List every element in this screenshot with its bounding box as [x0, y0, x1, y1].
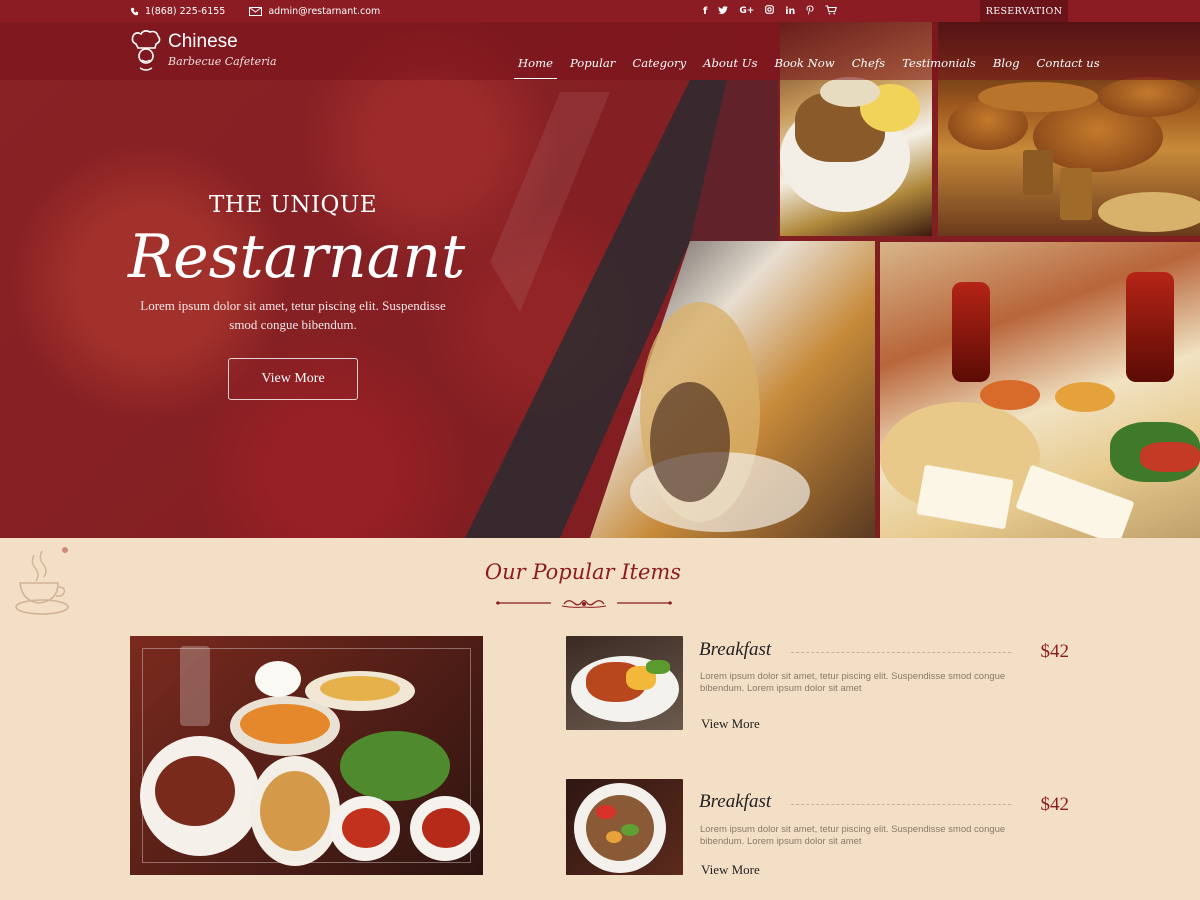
pinterest-icon[interactable]	[806, 5, 814, 18]
section-title: Our Popular Items	[484, 560, 682, 584]
hero-title: Restarnant	[128, 222, 466, 292]
hero-view-more-button[interactable]: View More	[228, 358, 358, 400]
top-bar: 1(868) 225-6155 admin@restarnant.com f G…	[0, 0, 1200, 22]
featured-food-image	[130, 636, 483, 875]
nav-chefs[interactable]: Chefs	[848, 52, 889, 79]
nav-blog[interactable]: Blog	[989, 52, 1024, 79]
hero-description: Lorem ipsum dolor sit amet, tetur piscin…	[140, 298, 446, 332]
phone-icon	[130, 7, 139, 15]
google-plus-icon[interactable]: G+	[739, 6, 754, 16]
menu-item: Breakfast $42 Lorem ipsum dolor sit amet…	[566, 779, 1069, 879]
main-nav: Home Popular Category About Us Book Now …	[514, 52, 1104, 79]
nav-book-now[interactable]: Book Now	[770, 52, 838, 79]
nav-home[interactable]: Home	[514, 52, 557, 79]
instagram-icon[interactable]	[765, 5, 775, 17]
price-leader	[791, 652, 1011, 653]
nav-category[interactable]: Category	[628, 52, 690, 79]
nav-popular[interactable]: Popular	[566, 52, 619, 79]
brand-tagline: Barbecue Cafeteria	[168, 55, 277, 68]
menu-item-view-more[interactable]: View More	[701, 862, 760, 878]
hero-kicker: THE UNIQUE	[208, 192, 378, 218]
nav-testimonials[interactable]: Testimonials	[898, 52, 980, 79]
menu-item-price: $42	[1040, 794, 1070, 815]
ornament-divider	[496, 599, 672, 608]
linkedin-icon[interactable]: in	[785, 6, 795, 17]
menu-item-view-more[interactable]: View More	[701, 716, 760, 732]
nav-contact-us[interactable]: Contact us	[1033, 52, 1104, 79]
brand-name: Chinese	[168, 31, 238, 52]
contact-info: 1(868) 225-6155 admin@restarnant.com	[130, 0, 380, 22]
menu-item-name: Breakfast	[699, 639, 772, 660]
phone-contact[interactable]: 1(868) 225-6155	[130, 6, 225, 17]
facebook-icon[interactable]: f	[703, 6, 707, 17]
hero-content: THE UNIQUE Restarnant Lorem ipsum dolor …	[128, 192, 466, 400]
site-logo[interactable]: Chinese Barbecue Cafeteria	[130, 30, 277, 72]
phone-number: 1(868) 225-6155	[145, 5, 226, 17]
cart-icon[interactable]	[825, 4, 838, 18]
twitter-icon[interactable]	[718, 5, 729, 17]
email-contact[interactable]: admin@restarnant.com	[249, 6, 380, 17]
menu-item: Breakfast $42 Lorem ipsum dolor sit amet…	[566, 636, 1069, 736]
price-leader	[791, 804, 1011, 805]
menu-item-image	[566, 636, 683, 730]
hero-banner: THE UNIQUE Restarnant Lorem ipsum dolor …	[0, 22, 1200, 538]
reservation-button[interactable]: RESERVATION	[980, 0, 1068, 22]
menu-item-image	[566, 779, 683, 875]
menu-item-description: Lorem ipsum dolor sit amet, tetur piscin…	[700, 671, 1006, 694]
menu-item-price: $42	[1040, 641, 1070, 662]
menu-item-name: Breakfast	[699, 791, 772, 812]
chef-hat-icon	[131, 30, 161, 71]
social-links: f G+ in	[703, 0, 838, 22]
email-address: admin@restarnant.com	[268, 5, 381, 17]
nav-about-us[interactable]: About Us	[699, 52, 761, 79]
menu-item-description: Lorem ipsum dolor sit amet, tetur piscin…	[700, 824, 1006, 847]
envelope-icon	[249, 6, 263, 16]
